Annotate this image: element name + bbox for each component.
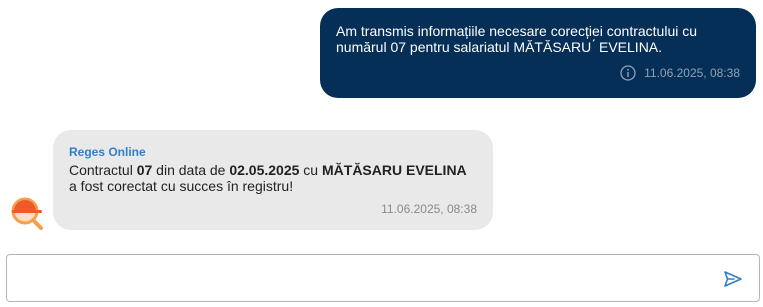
incoming-message: Reges Online Contractul 07 din data de 0…	[53, 130, 493, 230]
outgoing-message-text: Am transmis informațiile necesare corecț…	[336, 23, 698, 55]
text-part: Contractul	[69, 162, 137, 178]
chat-window: Am transmis informațiile necesare corecț…	[0, 0, 763, 307]
outgoing-message: Am transmis informațiile necesare corecț…	[320, 8, 756, 98]
send-icon	[723, 271, 743, 292]
contract-number: 07	[136, 162, 153, 178]
info-icon[interactable]	[620, 65, 636, 81]
search-helmet-logo-icon	[8, 193, 46, 231]
incoming-message-text: Contractul 07 din data de 02.05.2025 cu …	[69, 162, 477, 194]
outgoing-message-timestamp: 11.06.2025, 08:38	[644, 66, 740, 80]
contract-date: 02.05.2025	[229, 162, 300, 178]
incoming-message-timestamp: 11.06.2025, 08:38	[381, 202, 477, 216]
text-part: a fost corectat cu succes în registru!	[69, 178, 294, 194]
message-composer	[6, 254, 760, 302]
sender-name: Reges Online	[69, 145, 146, 159]
text-part: din data de	[152, 162, 230, 178]
outgoing-message-meta: 11.06.2025, 08:38	[620, 65, 740, 81]
employee-name: MĂTĂSARU EVELINA	[322, 162, 467, 178]
message-input[interactable]	[17, 263, 711, 295]
send-button[interactable]	[723, 269, 743, 289]
text-part: cu	[299, 162, 322, 178]
